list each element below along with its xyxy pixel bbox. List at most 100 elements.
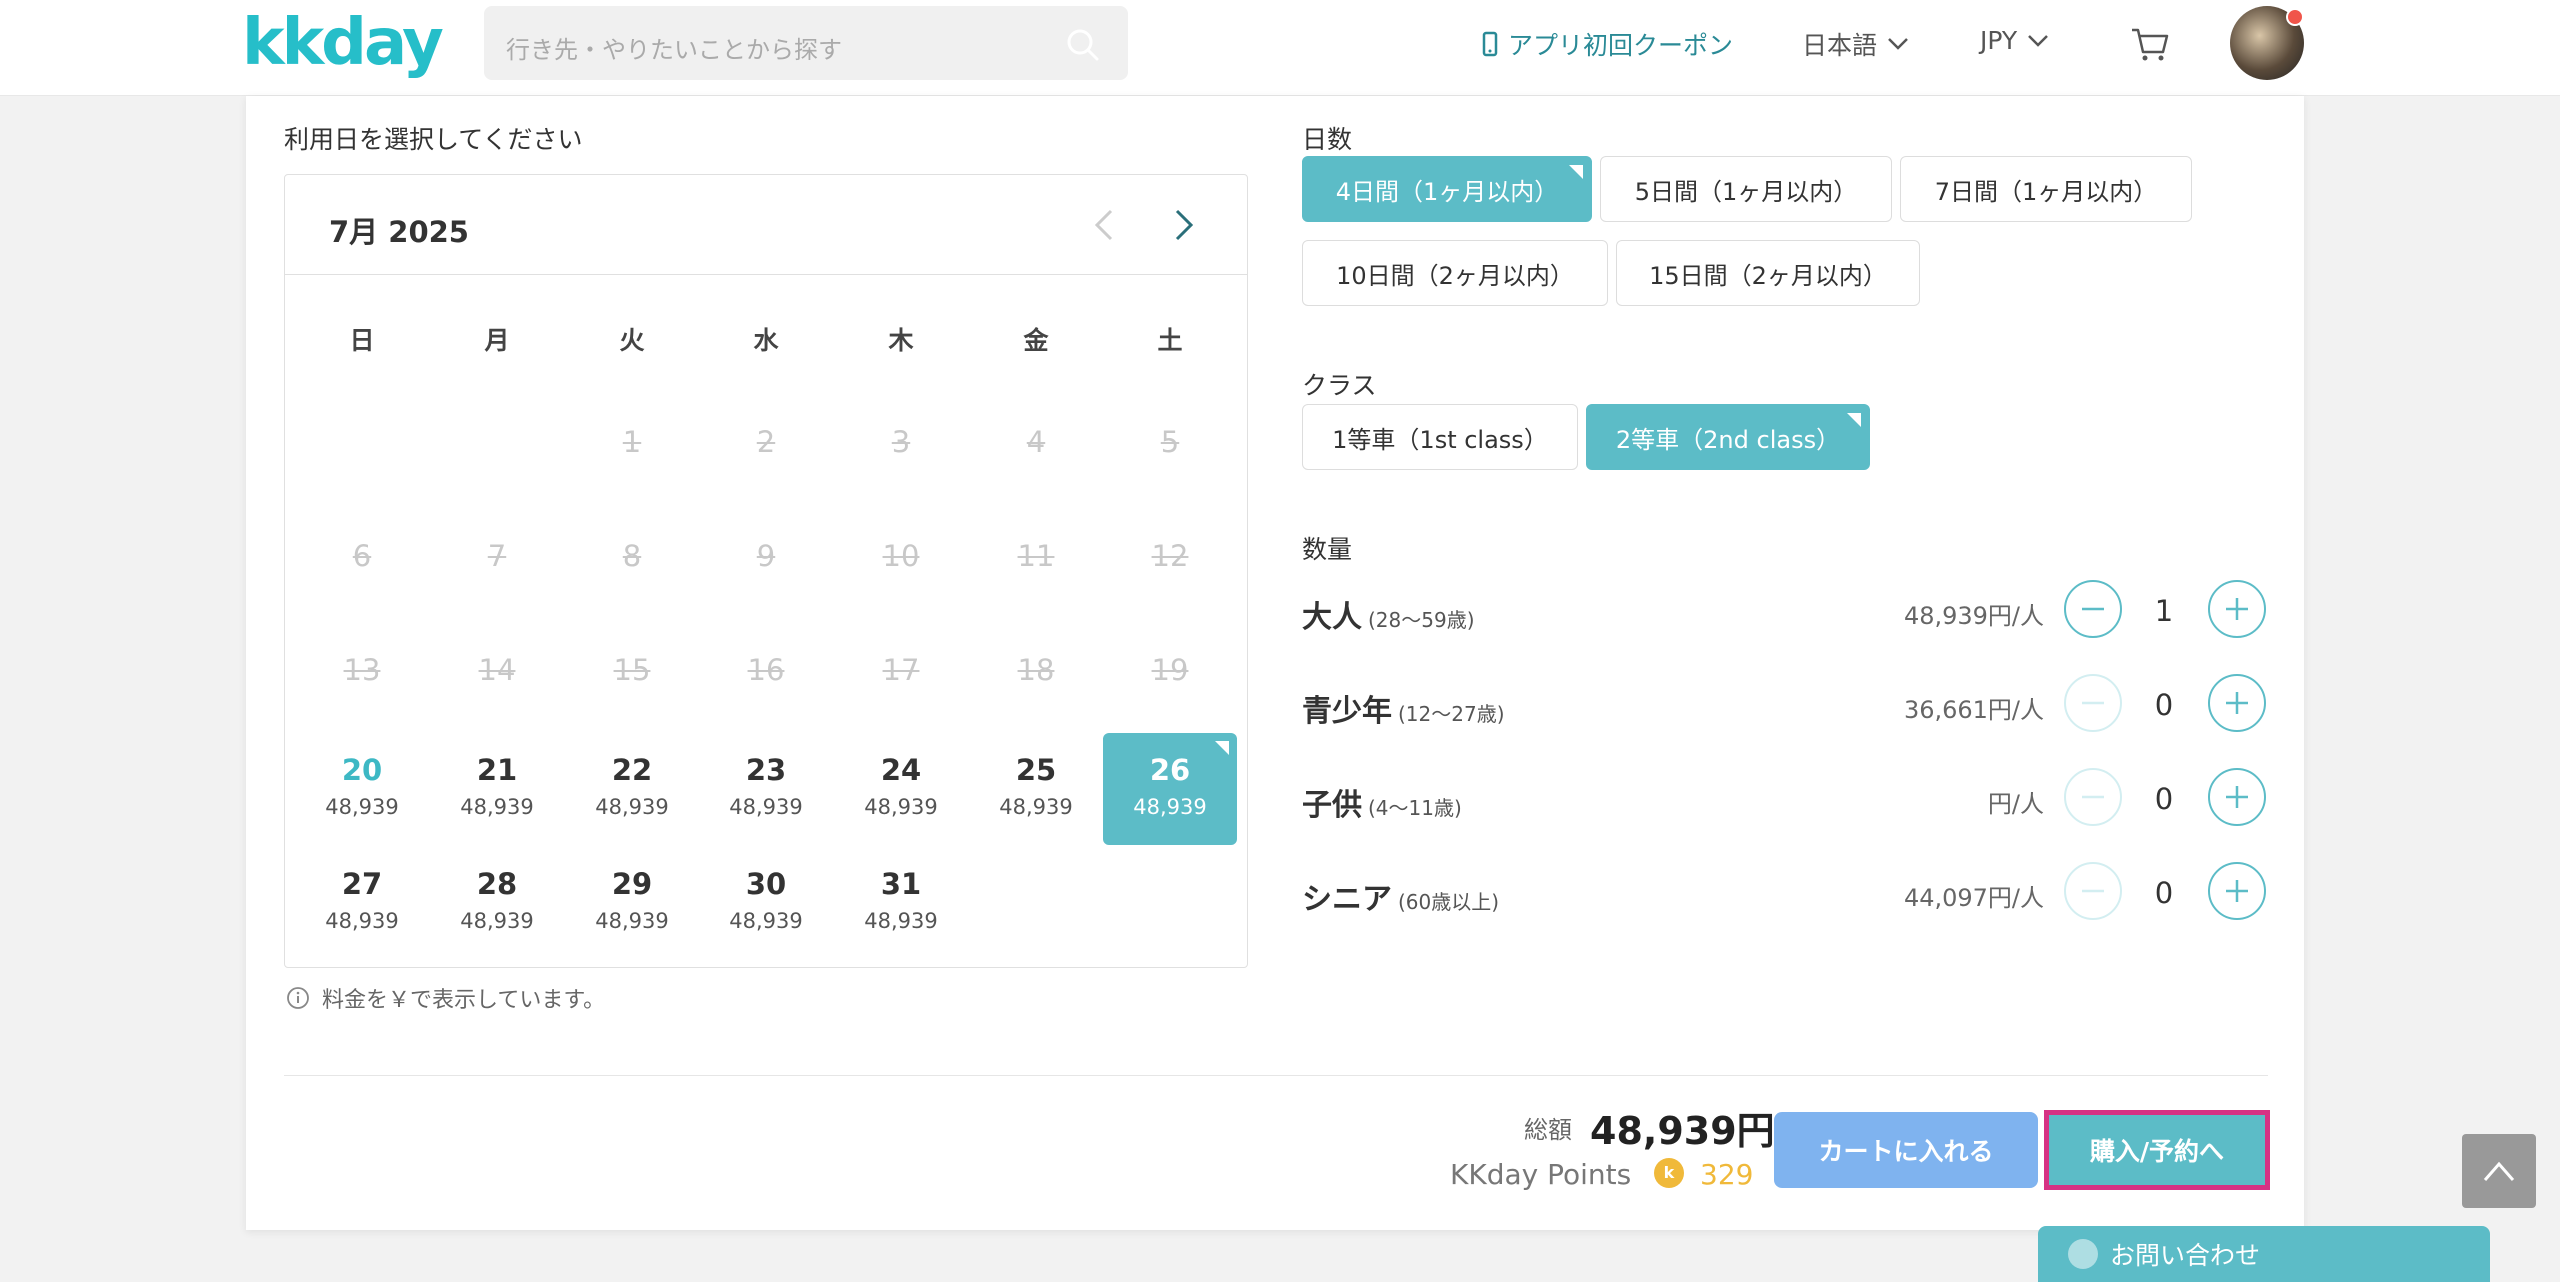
- days-option-15[interactable]: 15日間（2ヶ月以内）: [1616, 240, 1920, 306]
- calendar-day[interactable]: 30 48,939: [699, 847, 833, 959]
- calendar-day: 2: [699, 393, 833, 505]
- day-price: 48,939: [729, 795, 803, 819]
- day-price: 48,939: [864, 909, 938, 933]
- class-option-label: 2等車（2nd class）: [1615, 425, 1841, 454]
- calendar-day: 15: [565, 621, 699, 733]
- calendar-day: 3: [834, 393, 968, 505]
- calendar-day[interactable]: 20 48,939: [295, 733, 429, 845]
- app-coupon-link[interactable]: アプリ初回クーポン: [1482, 26, 1733, 62]
- chevron-left-icon[interactable]: [1085, 205, 1125, 245]
- calendar-day: 10: [834, 507, 968, 619]
- qty-plus-button[interactable]: [2208, 768, 2266, 826]
- qty-type: 子供: [1302, 788, 1362, 823]
- days-option-label: 7日間（1ヶ月以内）: [1934, 177, 2158, 206]
- calendar-day[interactable]: 22 48,939: [565, 733, 699, 845]
- calendar-day[interactable]: 28 48,939: [430, 847, 564, 959]
- days-option-10[interactable]: 10日間（2ヶ月以内）: [1302, 240, 1608, 306]
- day-price: 48,939: [460, 795, 534, 819]
- calendar-day[interactable]: 21 48,939: [430, 733, 564, 845]
- day-number: 30: [745, 867, 787, 901]
- calendar-day: 9: [699, 507, 833, 619]
- calendar-day: 6: [295, 507, 429, 619]
- qty-label-adult: 大人 (28〜59歳): [1302, 592, 1475, 636]
- class-option-2nd[interactable]: 2等車（2nd class）: [1586, 404, 1870, 470]
- qty-value-adult: 1: [2154, 594, 2174, 628]
- minus-icon: [2082, 607, 2104, 611]
- days-option-7[interactable]: 7日間（1ヶ月以内）: [1900, 156, 2192, 222]
- currency-note-text: 料金を￥で表示しています。: [322, 988, 606, 1013]
- qty-minus-button[interactable]: [2064, 674, 2122, 732]
- quantity-section-title: 数量: [1302, 535, 1353, 564]
- language-selector[interactable]: 日本語: [1802, 26, 1909, 62]
- day-number: 29: [611, 867, 653, 901]
- calendar-day[interactable]: 25 48,939: [969, 733, 1103, 845]
- qty-label-senior: シニア (60歳以上): [1302, 874, 1499, 918]
- days-option-4[interactable]: 4日間（1ヶ月以内）: [1302, 156, 1592, 222]
- day-number: 27: [341, 867, 383, 901]
- day-number: 9: [756, 539, 776, 573]
- calendar-day: 19: [1103, 621, 1237, 733]
- day-number: 25: [1015, 753, 1057, 787]
- qty-price-youth: 36,661円/人: [1903, 696, 2044, 724]
- calendar-day: 4: [969, 393, 1103, 505]
- chevron-down-icon: [2028, 34, 2049, 47]
- qty-price-senior: 44,097円/人: [1903, 884, 2044, 912]
- qty-plus-button[interactable]: [2208, 674, 2266, 732]
- selected-corner-mark: [1215, 741, 1229, 755]
- class-option-1st[interactable]: 1等車（1st class）: [1302, 404, 1578, 470]
- plus-icon: [2226, 598, 2248, 620]
- weekday-label: 木: [888, 326, 914, 355]
- contact-button[interactable]: お問い合わせ: [2038, 1226, 2490, 1282]
- calendar-day[interactable]: 23 48,939: [699, 733, 833, 845]
- cart-icon[interactable]: [2130, 24, 2170, 64]
- calendar-day-selected[interactable]: 26 48,939: [1103, 733, 1237, 845]
- plus-icon: [2226, 880, 2248, 902]
- qty-minus-button[interactable]: [2064, 862, 2122, 920]
- search-icon[interactable]: [1066, 28, 1100, 62]
- calendar-day[interactable]: 31 48,939: [834, 847, 968, 959]
- days-section-title: 日数: [1302, 125, 1353, 154]
- days-option-5[interactable]: 5日間（1ヶ月以内）: [1600, 156, 1892, 222]
- class-option-label: 1等車（1st class）: [1332, 425, 1548, 454]
- calendar-day: 11: [969, 507, 1103, 619]
- kkday-logo[interactable]: kkday: [242, 6, 444, 80]
- buy-now-button[interactable]: 購入/予約へ: [2044, 1110, 2270, 1190]
- calendar-day: 13: [295, 621, 429, 733]
- day-number: 16: [747, 653, 785, 687]
- language-label: 日本語: [1802, 31, 1878, 60]
- calendar-day[interactable]: 27 48,939: [295, 847, 429, 959]
- qty-value-senior: 0: [2154, 876, 2174, 910]
- qty-plus-button[interactable]: [2208, 580, 2266, 638]
- qty-plus-button[interactable]: [2208, 862, 2266, 920]
- day-number: 6: [352, 539, 372, 573]
- minus-icon: [2082, 795, 2104, 799]
- day-price: 48,939: [595, 795, 669, 819]
- add-to-cart-button[interactable]: カートに入れる: [1774, 1112, 2038, 1188]
- minus-icon: [2082, 701, 2104, 705]
- calendar-day[interactable]: 24 48,939: [834, 733, 968, 845]
- search-input[interactable]: 行き先・やりたいことから探す: [484, 6, 1128, 80]
- plus-icon: [2226, 786, 2248, 808]
- day-price: 48,939: [325, 795, 399, 819]
- day-number: 1: [622, 425, 642, 459]
- day-price: 48,939: [595, 909, 669, 933]
- day-number: 15: [613, 653, 651, 687]
- qty-type: 青少年: [1302, 694, 1392, 729]
- day-number: 18: [1017, 653, 1055, 687]
- weekday-label: 月: [484, 326, 510, 355]
- weekday-label: 金: [1023, 326, 1049, 355]
- weekday-label: 水: [753, 326, 779, 355]
- calendar-day[interactable]: 29 48,939: [565, 847, 699, 959]
- calendar-day: 12: [1103, 507, 1237, 619]
- qty-minus-button[interactable]: [2064, 580, 2122, 638]
- day-number: 12: [1151, 539, 1189, 573]
- selected-corner-mark: [1569, 165, 1583, 179]
- chevron-up-icon: [2483, 1161, 2515, 1181]
- chevron-right-icon[interactable]: [1163, 205, 1203, 245]
- currency-selector[interactable]: JPY: [1980, 26, 2049, 55]
- calendar-day: 8: [565, 507, 699, 619]
- back-to-top-button[interactable]: [2462, 1134, 2536, 1208]
- day-number: 13: [343, 653, 381, 687]
- divider: [284, 1075, 2268, 1076]
- qty-minus-button[interactable]: [2064, 768, 2122, 826]
